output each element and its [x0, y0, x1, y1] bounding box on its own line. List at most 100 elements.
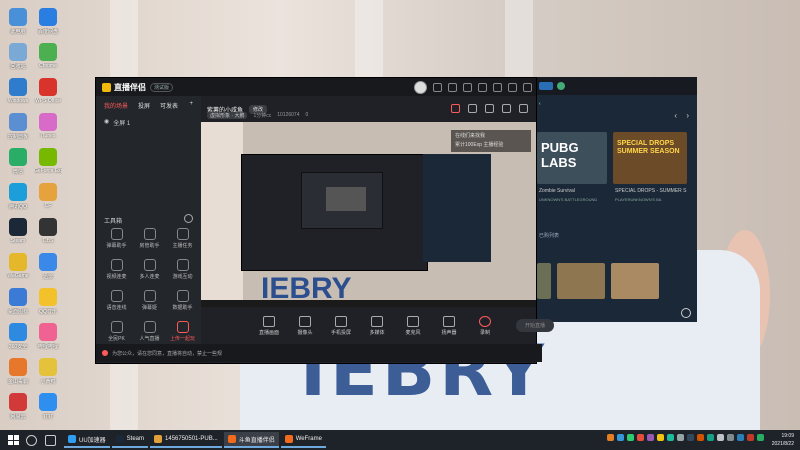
tray-icon[interactable] — [717, 434, 724, 441]
tool-item[interactable]: 房管助手 — [133, 228, 166, 249]
desktop-icon[interactable]: 回收站 — [4, 43, 32, 70]
screen-source-button[interactable]: 直播画面 — [256, 315, 282, 336]
close-icon[interactable] — [523, 83, 532, 92]
tool-item[interactable]: 游戏互动 — [166, 259, 199, 280]
tab-publish[interactable]: 可发表 — [160, 101, 178, 110]
desktop-icon[interactable]: OBS — [34, 218, 62, 244]
camera-button[interactable]: 摄像头 — [292, 315, 318, 336]
game-card-pubg-labs[interactable]: PUBG LABS — [537, 132, 607, 184]
tray-icon[interactable] — [637, 434, 644, 441]
clock[interactable]: 19:09 2021/8/22 — [772, 432, 794, 448]
tray-icon[interactable] — [647, 434, 654, 441]
desktop-icon[interactable]: Chrome — [34, 43, 62, 69]
tray-icon[interactable] — [747, 434, 754, 441]
tool-item[interactable]: 弹幕助手 — [100, 228, 133, 249]
taskbar-app[interactable]: 1456750501-PUB... — [150, 432, 222, 448]
desktop-icon[interactable]: 网易云 — [4, 393, 32, 420]
gift-icon[interactable] — [448, 83, 457, 92]
streaming-app-window[interactable]: 直播伴侣 测试版 我的场景 投屏 可发表 + ◉ 全屏 1 工具箱 弹幕助手 房管… — [95, 77, 555, 364]
tray-icon[interactable] — [657, 434, 664, 441]
maximize-icon[interactable] — [508, 83, 517, 92]
layout-icon[interactable] — [485, 104, 494, 113]
game-thumb[interactable] — [557, 263, 605, 299]
desktop-icon[interactable]: WeGame — [4, 253, 32, 279]
desktop-icon[interactable]: 控制面板 — [4, 113, 32, 140]
notification-icon[interactable] — [451, 104, 460, 113]
microphone-button[interactable]: 麦克风 — [400, 315, 426, 336]
tray-icon[interactable] — [627, 434, 634, 441]
desktop-icon[interactable]: 迅雷 — [34, 253, 62, 280]
desktop-icon[interactable]: GeForce Experience — [34, 148, 62, 174]
minimize-icon[interactable] — [493, 83, 502, 92]
record-button[interactable]: 录制 — [472, 315, 498, 336]
tool-item[interactable]: 数据助手 — [166, 290, 199, 311]
tray-icon[interactable] — [757, 434, 764, 441]
taskbar-app[interactable]: WeFrame — [280, 432, 326, 448]
desktop-icon[interactable]: CF — [34, 183, 62, 209]
tray-icon[interactable] — [677, 434, 684, 441]
tray-icon[interactable] — [617, 434, 624, 441]
stream-preview[interactable]: IEBRY 在线们来找我 累计100Exp 主播经验 — [201, 122, 536, 307]
share-icon[interactable] — [519, 104, 528, 113]
phone-cast-button[interactable]: 手机投屏 — [328, 315, 354, 336]
tray-icon[interactable] — [667, 434, 674, 441]
taskbar-app[interactable]: 斗鱼直播伴侣 — [223, 432, 279, 448]
desktop-icon[interactable]: Steam — [4, 218, 32, 244]
desktop-icon[interactable]: 哔哩哔哩 — [34, 323, 62, 350]
search-icon[interactable] — [26, 434, 37, 446]
nav-next-icon[interactable]: › — [686, 111, 689, 120]
desktop-icon[interactable]: Windows — [4, 78, 32, 104]
desktop-icon[interactable]: 桌面图标 — [4, 288, 32, 315]
tool-item[interactable]: 语音连线 — [100, 290, 133, 311]
chevron-left-icon[interactable]: ‹ — [539, 101, 541, 107]
add-icon[interactable] — [681, 308, 691, 318]
windows-start-icon[interactable] — [8, 435, 19, 445]
tool-item[interactable]: 多人连麦 — [133, 259, 166, 280]
start-stream-button[interactable]: 开始直播 — [516, 319, 555, 332]
taskbar-app[interactable]: Steam — [111, 432, 149, 448]
tool-item[interactable]: 人气直播 — [133, 321, 166, 342]
user-avatar[interactable] — [414, 81, 427, 94]
tab-my-scenes[interactable]: 我的场景 — [104, 101, 128, 110]
tool-item[interactable]: 上传一起玩 — [166, 321, 199, 342]
tool-item[interactable]: 弹幕姬 — [133, 290, 166, 311]
desktop-icon[interactable]: WPS Office — [34, 78, 62, 104]
desktop-icon[interactable]: 微信 — [4, 148, 32, 175]
nav-prev-icon[interactable]: ‹ — [674, 111, 677, 120]
add-scene-icon[interactable]: + — [189, 101, 193, 110]
tool-item[interactable]: 视频连麦 — [100, 259, 133, 280]
game-card-special-drops[interactable]: SPECIAL DROPS SUMMER SEASON — [613, 132, 687, 184]
scene-list-item[interactable]: ◉ 全屏 1 — [96, 115, 201, 130]
tray-icon[interactable] — [607, 434, 614, 441]
tray-icon[interactable] — [707, 434, 714, 441]
desktop-icon[interactable]: 钉钉 — [34, 393, 62, 420]
speaker-button[interactable]: 扬声器 — [436, 315, 462, 336]
tray-icon[interactable] — [687, 434, 694, 441]
task-view-icon[interactable] — [45, 434, 56, 446]
bell-icon[interactable] — [502, 104, 511, 113]
desktop-icon[interactable]: 360安全 — [4, 323, 32, 350]
desktop-icon[interactable]: 金山毒霸 — [4, 358, 32, 385]
tools-more-icon[interactable] — [184, 214, 193, 223]
desktop-icon[interactable]: iTunes — [34, 113, 62, 139]
desktop-icon[interactable]: 此电脑 — [4, 8, 32, 35]
settings-icon[interactable] — [463, 83, 472, 92]
user-avatar-icon[interactable] — [557, 82, 565, 90]
tray-icon[interactable] — [727, 434, 734, 441]
tool-item[interactable]: 主播任务 — [166, 228, 199, 249]
game-thumb[interactable] — [537, 263, 551, 299]
lock-icon[interactable] — [468, 104, 477, 113]
tray-icon[interactable] — [697, 434, 704, 441]
tab-cast[interactable]: 投屏 — [138, 101, 150, 110]
game-thumb[interactable] — [611, 263, 659, 299]
message-icon[interactable] — [433, 83, 442, 92]
desktop-icon[interactable]: 小黄鸭 — [34, 358, 62, 385]
game-library-window[interactable]: ‹ ‹ › PUBG LABS SPECIAL DROPS SUMMER SEA… — [535, 77, 697, 322]
taskbar-app[interactable]: UU加速器 — [64, 432, 110, 448]
room-category[interactable]: 虚拟形象 · 大鹏 — [207, 112, 248, 119]
desktop-icon[interactable]: 腾讯QQ — [4, 183, 32, 210]
eye-icon[interactable]: ◉ — [104, 118, 109, 127]
menu-icon[interactable] — [478, 83, 487, 92]
desktop-icon[interactable]: 百度网盘 — [34, 8, 62, 35]
download-icon[interactable] — [539, 82, 553, 90]
